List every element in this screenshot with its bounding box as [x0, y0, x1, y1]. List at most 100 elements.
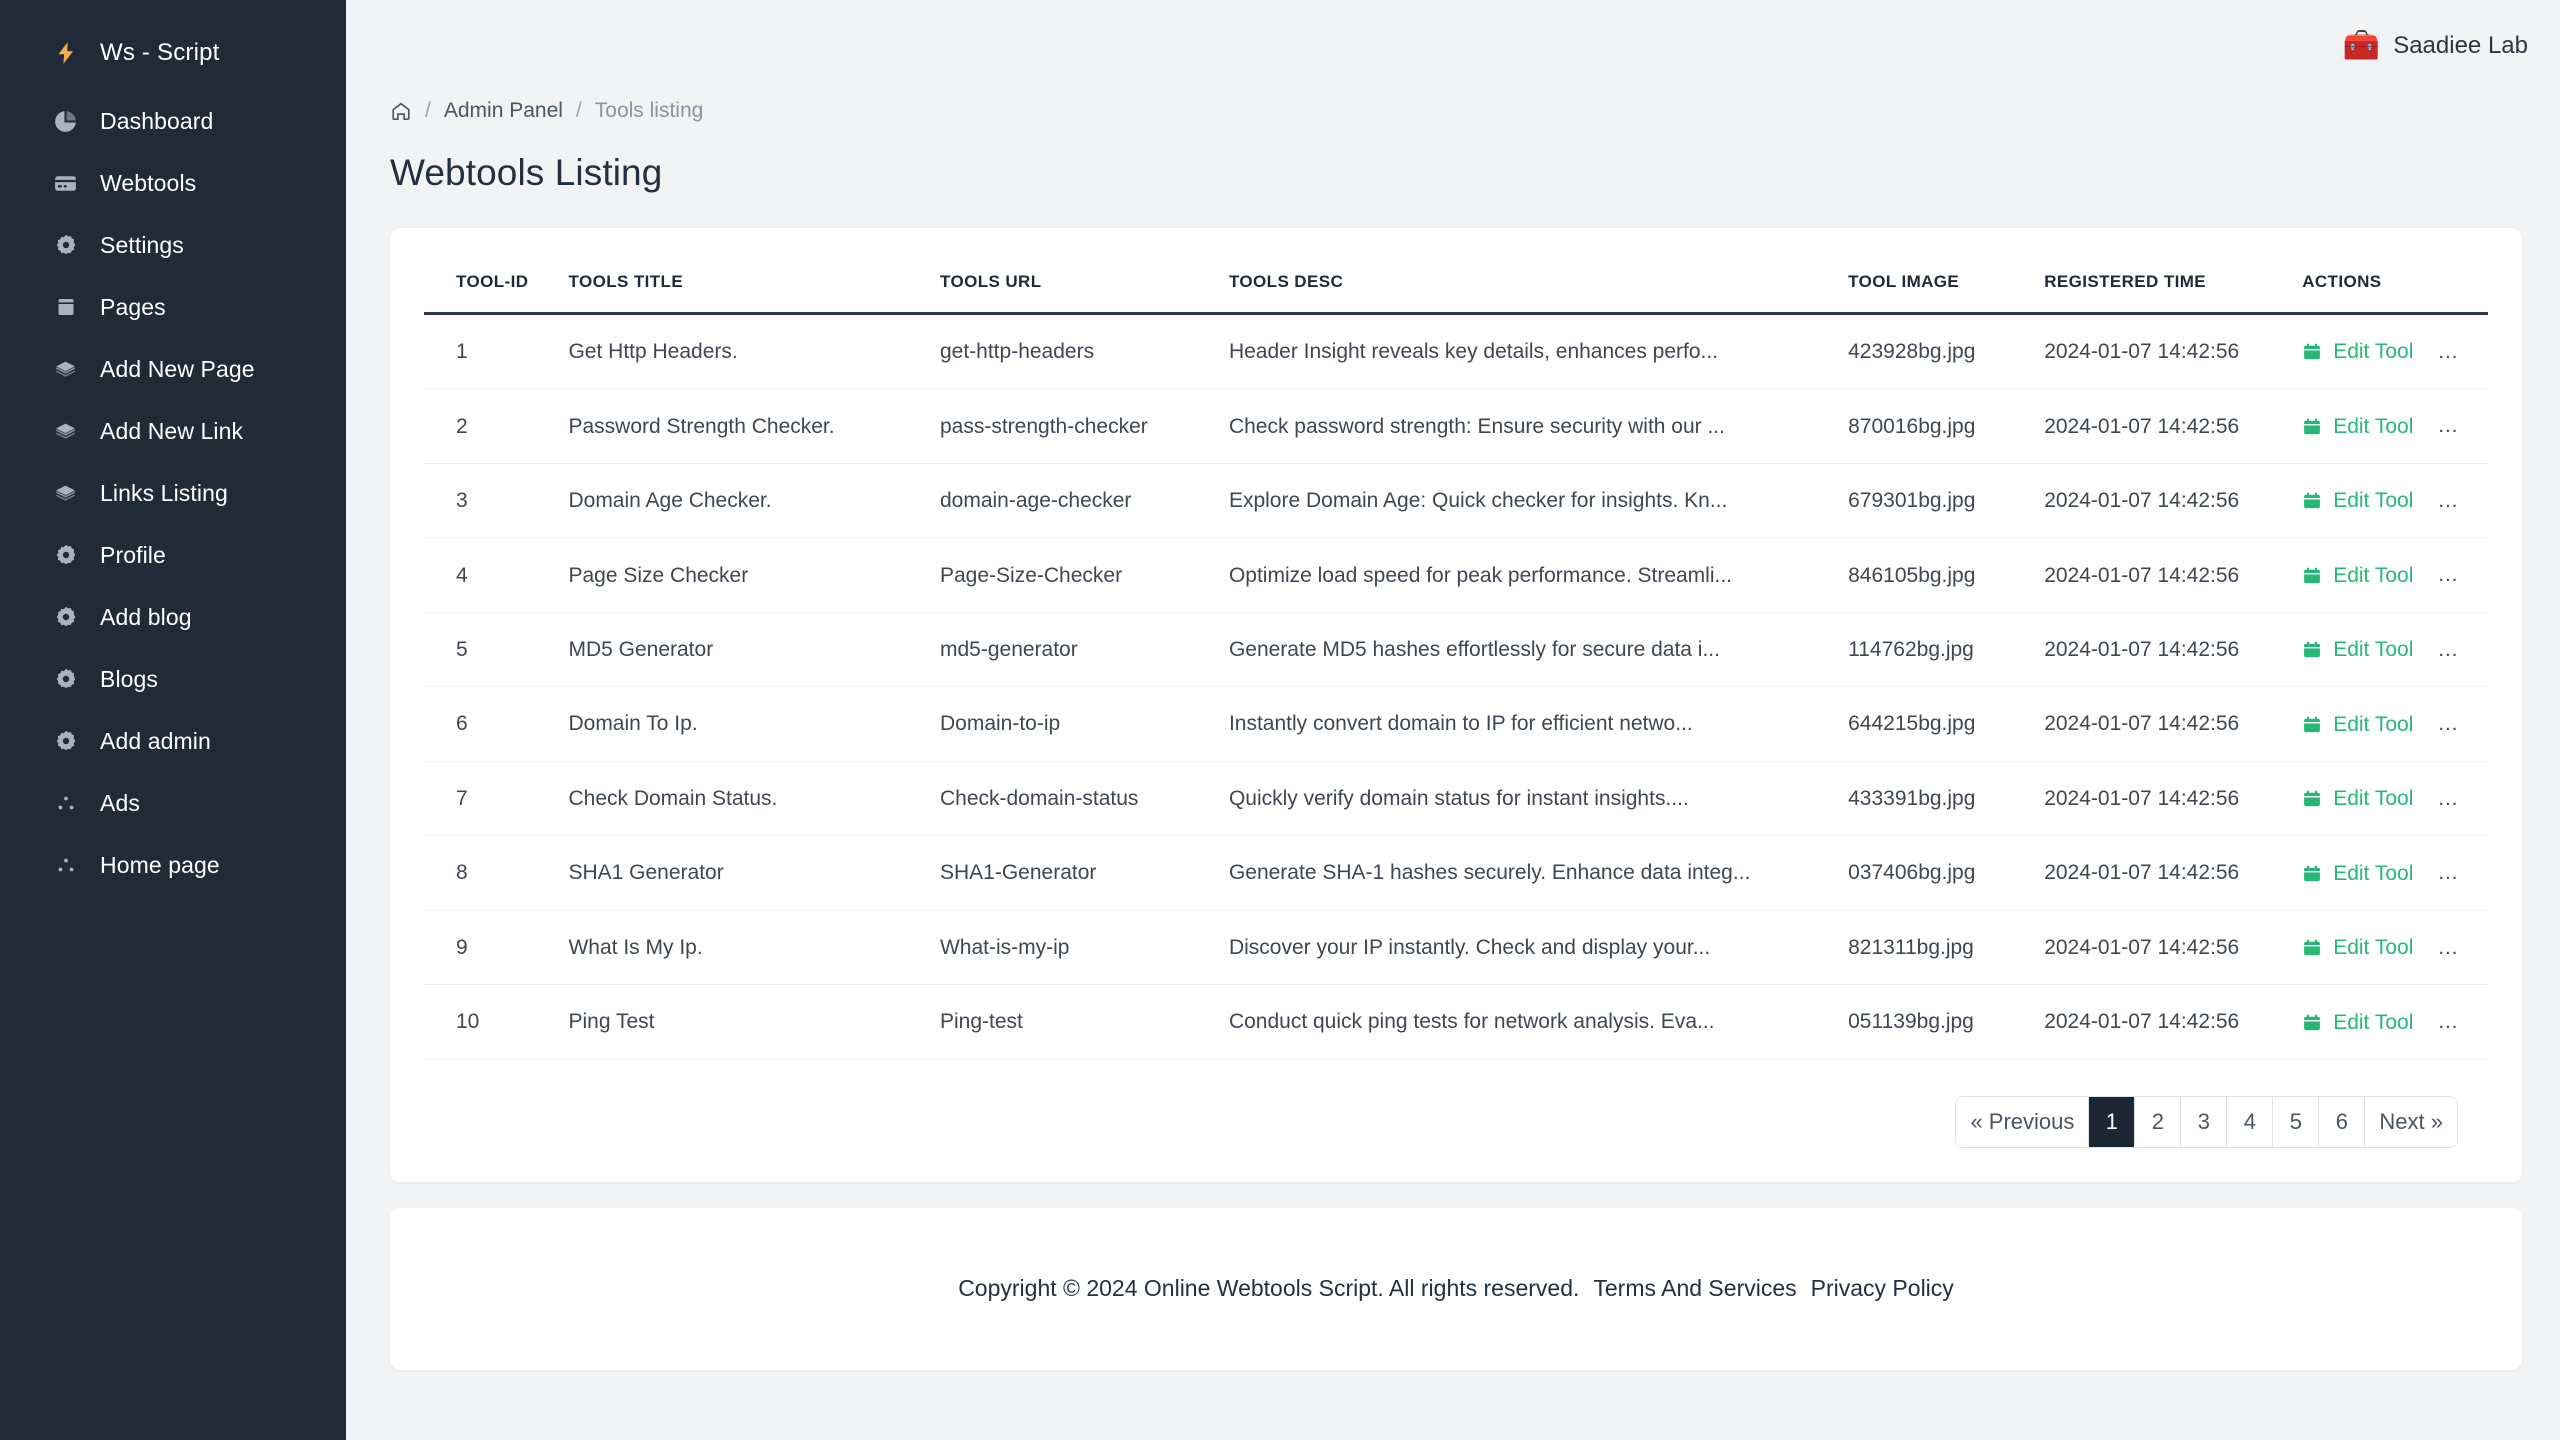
table-row: 3 Domain Age Checker. domain-age-checker Ex… [424, 463, 2488, 539]
block-tool-label: Block tool [2468, 712, 2488, 736]
cell-actions: Edit Tool Block tool [2302, 984, 2488, 1060]
main-area: 🧰 Saadiee Lab / Admin Panel / Tools list… [346, 0, 2560, 1440]
cell-tools-title: Domain Age Checker. [568, 463, 940, 539]
cell-tools-url: What-is-my-ip [939, 910, 1229, 986]
pagination-wrap: « Previous 1 2 3 4 5 6 Next » [424, 1095, 2488, 1148]
edit-tool-button[interactable]: Edit Tool [2302, 787, 2413, 811]
sidebar-item-add-new-link[interactable]: Add New Link [0, 400, 346, 462]
pagination-previous[interactable]: « Previous [1956, 1096, 2090, 1147]
breadcrumb-separator: / [575, 99, 582, 122]
cell-tool-image: 846105bg.jpg [1848, 537, 2045, 613]
table-head: TOOL-ID TOOLS TITLE TOOLS URL TOOLS DESC… [424, 272, 2488, 315]
sidebar-item-label: Blogs [100, 665, 159, 692]
block-tool-label: Block tool [2468, 414, 2488, 438]
cell-actions: Edit Tool Block tool [2302, 463, 2488, 539]
cell-tool-id: 4 [424, 537, 569, 613]
edit-tool-button[interactable]: Edit Tool [2302, 340, 2413, 364]
table-header-row: TOOL-ID TOOLS TITLE TOOLS URL TOOLS DESC… [424, 272, 2488, 315]
breadcrumb-admin-panel[interactable]: Admin Panel [444, 99, 563, 123]
dots-icon [52, 790, 79, 817]
privacy-policy-link[interactable]: Privacy Policy [1811, 1275, 1954, 1302]
breadcrumb: / Admin Panel / Tools listing [390, 94, 2522, 128]
card-icon [52, 170, 79, 197]
edit-tool-button[interactable]: Edit Tool [2302, 713, 2413, 737]
sidebar-item-add-new-page[interactable]: Add New Page [0, 338, 346, 400]
sidebar-item-label: Profile [100, 541, 166, 568]
dots-icon [52, 852, 79, 879]
cell-tools-desc: Check password strength: Ensure security… [1228, 388, 1849, 464]
pagination-page-2[interactable]: 2 [2135, 1096, 2182, 1147]
pagination-page-6[interactable]: 6 [2319, 1096, 2366, 1147]
table-row: 1 Get Http Headers. get-http-headers Header… [424, 313, 2488, 390]
calendar-edit-icon [2302, 640, 2322, 660]
edit-tool-button[interactable]: Edit Tool [2302, 415, 2413, 439]
edit-tool-button[interactable]: Edit Tool [2302, 1011, 2413, 1035]
home-icon[interactable] [390, 100, 412, 122]
pagination-page-1[interactable]: 1 [2089, 1096, 2136, 1147]
cell-tools-url: domain-age-checker [939, 463, 1229, 539]
tools-table: TOOL-ID TOOLS TITLE TOOLS URL TOOLS DESC… [424, 272, 2488, 1060]
cell-registered-time: 2024-01-07 14:42:56 [2044, 835, 2303, 911]
sidebar-item-dashboard[interactable]: Dashboard [0, 90, 346, 152]
edit-tool-button[interactable]: Edit Tool [2302, 564, 2413, 588]
cell-tool-image: 679301bg.jpg [1848, 463, 2045, 539]
cell-tools-desc: Header Insight reveals key details, enha… [1228, 313, 1849, 390]
pie-chart-icon [52, 108, 79, 135]
table-body: 1 Get Http Headers. get-http-headers Header… [424, 313, 2488, 1060]
pagination-page-4[interactable]: 4 [2227, 1096, 2274, 1147]
sidebar-item-add-blog[interactable]: Add blog [0, 586, 346, 648]
table-row: 2 Password Strength Checker. pass-strength… [424, 388, 2488, 464]
cell-tools-url: Page-Size-Checker [939, 537, 1229, 613]
pagination-next[interactable]: Next » [2365, 1096, 2457, 1147]
cell-tools-desc: Optimize load speed for peak performance… [1228, 537, 1849, 613]
cell-tools-desc: Conduct quick ping tests for network ana… [1228, 984, 1849, 1060]
sidebar-item-blogs[interactable]: Blogs [0, 648, 346, 710]
brand[interactable]: Ws - Script [0, 22, 346, 84]
sidebar-item-settings[interactable]: Settings [0, 214, 346, 276]
cell-tools-url: Domain-to-ip [939, 686, 1229, 762]
sidebar-item-pages[interactable]: Pages [0, 276, 346, 338]
cell-registered-time: 2024-01-07 14:42:56 [2044, 463, 2303, 539]
block-tool-label: Block tool [2468, 340, 2488, 364]
table-row: 5 MD5 Generator md5-generator Generate MD5 … [424, 612, 2488, 688]
cell-tool-id: 2 [424, 388, 569, 464]
sidebar-item-profile[interactable]: Profile [0, 524, 346, 586]
sidebar-item-home-page[interactable]: Home page [0, 834, 346, 896]
edit-tool-button[interactable]: Edit Tool [2302, 936, 2413, 960]
sidebar-item-ads[interactable]: Ads [0, 772, 346, 834]
column-header-actions: ACTIONS [2302, 272, 2488, 315]
layers-icon [52, 356, 79, 383]
pagination-page-5[interactable]: 5 [2273, 1096, 2320, 1147]
block-tool-label: Block tool [2468, 861, 2488, 885]
column-header-registered-time: REGISTERED TIME [2044, 272, 2303, 315]
pagination: « Previous 1 2 3 4 5 6 Next » [1955, 1095, 2458, 1148]
sidebar-item-label: Home page [100, 851, 220, 878]
block-tool-label: Block tool [2468, 638, 2488, 662]
user-menu[interactable]: 🧰 Saadiee Lab [2343, 28, 2528, 64]
edit-tool-label: Edit Tool [2333, 787, 2414, 811]
sidebar-item-label: Links Listing [100, 479, 228, 506]
sidebar-item-links-listing[interactable]: Links Listing [0, 462, 346, 524]
copyright-text: Copyright © 2024 Online Webtools Script.… [958, 1275, 1580, 1302]
cell-tool-id: 6 [424, 686, 569, 762]
edit-tool-button[interactable]: Edit Tool [2302, 638, 2413, 662]
sidebar-item-label: Ads [100, 789, 140, 816]
page-title: Webtools Listing [390, 152, 663, 193]
edit-tool-button[interactable]: Edit Tool [2302, 489, 2413, 513]
cell-actions: Edit Tool Block tool [2302, 761, 2488, 837]
sidebar-item-add-admin[interactable]: Add admin [0, 710, 346, 772]
edit-tool-button[interactable]: Edit Tool [2302, 862, 2413, 886]
cell-registered-time: 2024-01-07 14:42:56 [2044, 910, 2303, 986]
topbar: 🧰 Saadiee Lab [346, 0, 2560, 92]
cell-tools-title: Password Strength Checker. [568, 388, 940, 464]
cell-tools-url: SHA1-Generator [939, 835, 1229, 911]
edit-tool-label: Edit Tool [2333, 861, 2414, 885]
sidebar-item-webtools[interactable]: Webtools [0, 152, 346, 214]
terms-and-services-link[interactable]: Terms And Services [1593, 1275, 1796, 1302]
cell-tools-title: Domain To Ip. [568, 686, 940, 762]
pagination-page-3[interactable]: 3 [2181, 1096, 2228, 1147]
cell-tools-desc: Instantly convert domain to IP for effic… [1228, 686, 1849, 762]
cell-tools-title: Ping Test [568, 984, 940, 1060]
tools-table-card: TOOL-ID TOOLS TITLE TOOLS URL TOOLS DESC… [390, 228, 2522, 1182]
cell-tool-image: 870016bg.jpg [1848, 388, 2045, 464]
